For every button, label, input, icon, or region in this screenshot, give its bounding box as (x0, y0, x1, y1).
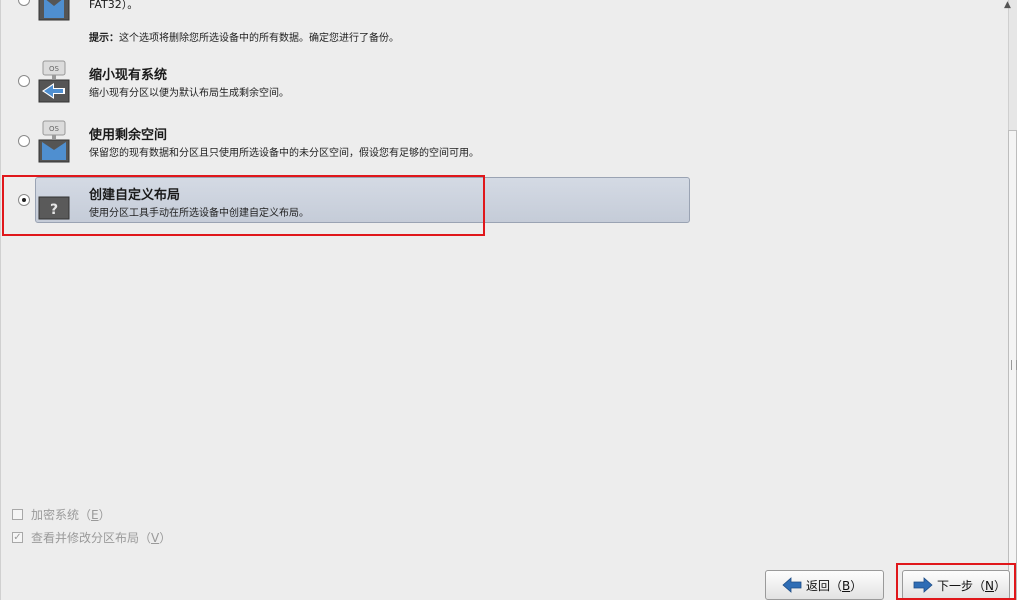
option-free-space-title: 使用剩余空间 (89, 128, 168, 143)
checkbox-row-encrypt[interactable]: 加密系统（E） (12, 506, 111, 522)
free-space-icon: OS (38, 120, 70, 163)
option-free-space-desc: 保留您的现有数据和分区且只使用所选设备中的未分区空间，假设您有足够的空间可用。 (89, 148, 479, 159)
option-replace-hint: 提示：这个选项将删除您所选设备中的所有数据。确定您进行了备份。 (89, 33, 399, 44)
highlight-box-custom-layout (2, 175, 485, 236)
encrypt-label: 加密系统（E） (31, 507, 111, 522)
radio-use-free-space[interactable] (18, 135, 30, 147)
radio-shrink-system[interactable] (18, 75, 30, 87)
back-arrow-icon (782, 577, 802, 593)
encrypt-checkbox[interactable] (12, 508, 23, 520)
scrollbar-grip (1011, 360, 1017, 370)
shrink-system-icon: OS (38, 60, 70, 103)
checkbox-row-review-layout[interactable]: ✓ 查看并修改分区布局（V） (12, 529, 171, 545)
option-shrink-title: 缩小现有系统 (89, 68, 168, 83)
back-button-label: 返回（B） (806, 578, 863, 593)
highlight-box-next-button (896, 563, 1016, 600)
svg-text:OS: OS (49, 65, 60, 73)
disk-replace-icon (38, 0, 70, 21)
review-layout-checkbox[interactable]: ✓ (12, 531, 23, 543)
option-shrink-desc: 缩小现有分区以便为默认布局生成剩余空间。 (89, 88, 289, 99)
scroll-up-arrow-icon[interactable]: ▲ (1004, 0, 1017, 10)
review-layout-label: 查看并修改分区布局（V） (31, 530, 172, 545)
left-border (0, 0, 1, 600)
back-button[interactable]: 返回（B） (765, 570, 884, 600)
radio-replace-system[interactable] (18, 0, 30, 6)
svg-text:OS: OS (49, 125, 60, 133)
option-replace-title: FAT32）。 (89, 0, 139, 11)
